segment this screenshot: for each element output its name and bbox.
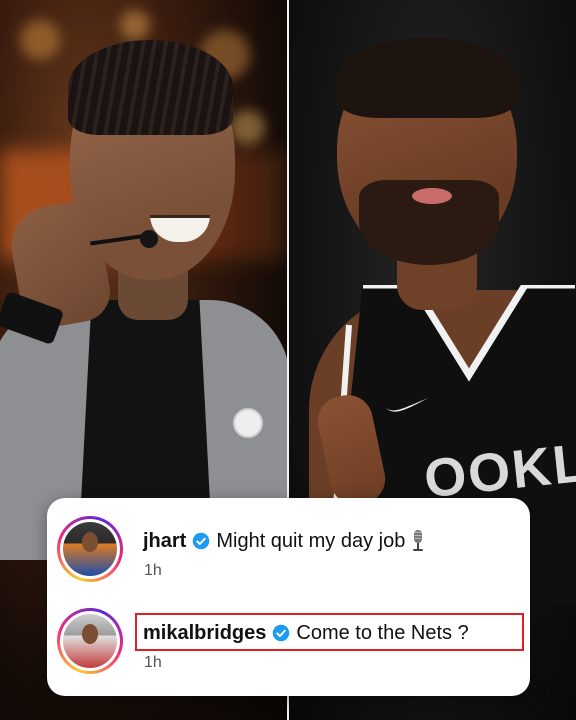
username[interactable]: jhart bbox=[143, 530, 186, 553]
comment-text: Come to the Nets ? bbox=[296, 621, 469, 644]
comment-card: jhart Might quit my day job 1h mikalbrid… bbox=[47, 498, 530, 696]
comment-line: mikalbridges Come to the Nets ? bbox=[143, 618, 469, 648]
comment-time: 1h bbox=[144, 562, 162, 579]
comment-line: jhart Might quit my day job bbox=[143, 526, 425, 556]
username[interactable]: mikalbridges bbox=[143, 622, 266, 645]
avatar-story-ring[interactable] bbox=[57, 516, 123, 582]
verified-badge-icon bbox=[273, 624, 290, 642]
lapel-pin bbox=[233, 408, 263, 438]
comment-jhart: jhart Might quit my day job 1h bbox=[47, 510, 530, 600]
avatar bbox=[63, 614, 117, 668]
comment-text: Might quit my day job bbox=[216, 529, 406, 552]
lips bbox=[412, 188, 452, 204]
post-image: OOKL jhart Might quit my day job 1h mika… bbox=[0, 0, 576, 720]
avatar bbox=[63, 522, 117, 576]
comment-time: 1h bbox=[144, 654, 162, 671]
braided-hair bbox=[68, 40, 233, 135]
swoosh-icon bbox=[386, 398, 428, 412]
headset-mic-icon bbox=[140, 230, 158, 248]
comment-mikalbridges: mikalbridges Come to the Nets ? 1h bbox=[47, 602, 530, 692]
verified-badge-icon bbox=[193, 532, 210, 550]
microphone-icon bbox=[413, 530, 424, 551]
player-hair bbox=[337, 38, 517, 118]
avatar-story-ring[interactable] bbox=[57, 608, 123, 674]
